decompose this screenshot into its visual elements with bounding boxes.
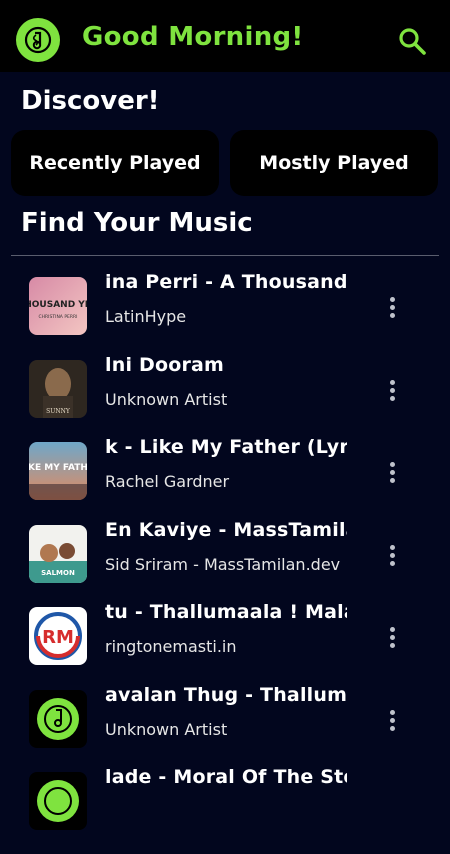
thumb-text: SALMON — [41, 569, 75, 577]
song-row[interactable]: SALMON En Kaviye - MassTamila Sid Sriram… — [0, 519, 450, 607]
song-artist: Unknown Artist — [105, 390, 228, 409]
top-app-bar: Good Morning! — [0, 0, 450, 72]
discover-heading: Discover! — [21, 86, 160, 116]
more-options-icon[interactable] — [380, 537, 404, 573]
album-art-thumbnail: SUNNY — [29, 360, 87, 418]
recently-played-label: Recently Played — [29, 152, 201, 174]
song-artist: Sid Sriram - MassTamilan.dev — [105, 555, 341, 574]
divider — [11, 255, 439, 256]
mostly-played-label: Mostly Played — [259, 152, 409, 174]
song-title: En Kaviye - MassTamila — [105, 519, 347, 541]
song-row[interactable]: lade - Moral Of The Stor — [0, 766, 450, 854]
album-art-thumbnail: KE MY FATH — [29, 442, 87, 500]
song-row[interactable]: THOUSAND YEA CHRISTINA PERRI ina Perri -… — [0, 271, 450, 359]
thumb-text: SUNNY — [46, 408, 71, 415]
album-art-thumbnail: SALMON — [29, 525, 87, 583]
greeting-title: Good Morning! — [82, 22, 304, 52]
thumb-text: KE MY FATH — [29, 463, 87, 473]
default-album-art-icon — [29, 772, 87, 830]
song-title: lade - Moral Of The Stor — [105, 766, 347, 788]
song-title: tu - Thallumaala ! Malay — [105, 601, 347, 623]
thumb-text: THOUSAND YEA — [29, 300, 87, 310]
song-title: lni Dooram — [105, 354, 225, 376]
music-note-logo-icon — [16, 18, 60, 62]
find-music-heading: Find Your Music — [21, 208, 253, 238]
song-artist: LatinHype — [105, 307, 187, 326]
song-row[interactable]: RM tu - Thallumaala ! Malay ringtonemast… — [0, 601, 450, 689]
recently-played-tab[interactable]: Recently Played — [11, 130, 219, 196]
song-artist: ringtonemasti.in — [105, 637, 237, 656]
default-album-art-icon — [29, 690, 87, 748]
more-options-icon[interactable] — [380, 702, 404, 738]
more-options-icon[interactable] — [380, 372, 404, 408]
song-row[interactable]: avalan Thug - Thallumal Unknown Artist — [0, 684, 450, 772]
song-row[interactable]: KE MY FATH k - Like My Father (Lyric Rac… — [0, 436, 450, 524]
search-icon[interactable] — [396, 26, 430, 56]
thumb-subtext: CHRISTINA PERRI — [39, 314, 78, 320]
song-artist: Rachel Gardner — [105, 472, 230, 491]
album-art-thumbnail: RM — [29, 607, 87, 665]
more-options-icon[interactable] — [380, 454, 404, 490]
song-artist: Unknown Artist — [105, 720, 228, 739]
song-row[interactable]: SUNNY lni Dooram Unknown Artist — [0, 354, 450, 442]
song-title: k - Like My Father (Lyric — [105, 436, 347, 458]
album-art-thumbnail: THOUSAND YEA CHRISTINA PERRI — [29, 277, 87, 335]
mostly-played-tab[interactable]: Mostly Played — [230, 130, 438, 196]
more-options-icon[interactable] — [380, 619, 404, 655]
more-options-icon[interactable] — [380, 289, 404, 325]
song-title: avalan Thug - Thallumal — [105, 684, 347, 706]
thumb-text: RM — [42, 627, 74, 648]
song-title: ina Perri - A Thousand Y — [105, 271, 347, 293]
